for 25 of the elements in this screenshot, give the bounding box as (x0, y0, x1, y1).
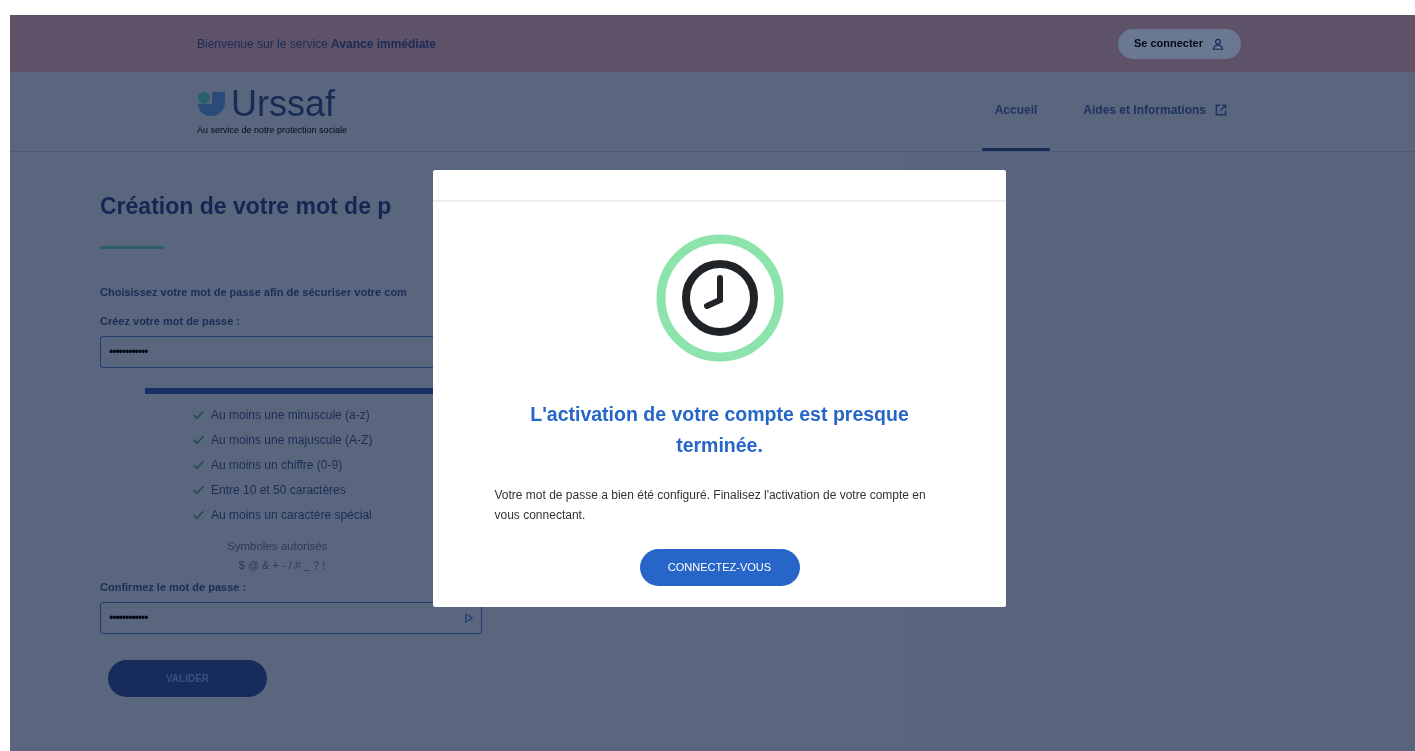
user-icon (1211, 36, 1225, 51)
password-value: •••••••••••• (109, 343, 148, 361)
logo-icon (197, 89, 227, 118)
external-link-icon (1214, 103, 1228, 117)
password-value: •••••••••••• (109, 609, 148, 627)
symbols-list: $ @ & + - / # _ ? ! (227, 556, 337, 574)
clock-icon (655, 234, 784, 362)
criterion-text: Au moins un chiffre (0-9) (211, 456, 343, 474)
criterion-text: Au moins un caractère spécial (211, 506, 372, 524)
login-button[interactable]: Se connecter (1117, 28, 1241, 59)
modal-title: L'activation de votre compte est presque terminée. (529, 402, 910, 458)
confirm-password-field[interactable]: •••••••••••• (100, 601, 482, 634)
field-label: Créez votre mot de passe : (100, 314, 241, 329)
nav-link[interactable]: Aides et Informations (1070, 72, 1241, 151)
intro-text: Choisissez votre mot de passe afin de sécuriser votre com (100, 284, 408, 300)
field-label: Confirmez le mot de passe : (100, 580, 248, 596)
connect-button[interactable]: CONNECTEZ-VOUS (639, 549, 800, 586)
page-title: Création de votre mot de p (100, 192, 393, 221)
modal-message: Votre mot de passe a bien été configuré. Finalisez l'activation de votre compte en vous connectant. (494, 487, 927, 524)
criterion-text: Au moins une majuscule (A-Z) (211, 431, 373, 449)
welcome-text: Bienvenue sur le service Avance immédiate (197, 35, 436, 53)
criterion-text: Entre 10 et 50 caractères (211, 481, 346, 499)
logo-wordmark: Urssaf (231, 85, 335, 122)
logo-tagline: Au service de notre protection sociale (197, 123, 348, 137)
criterion-text: Au moins une minuscule (a-z) (211, 406, 370, 424)
